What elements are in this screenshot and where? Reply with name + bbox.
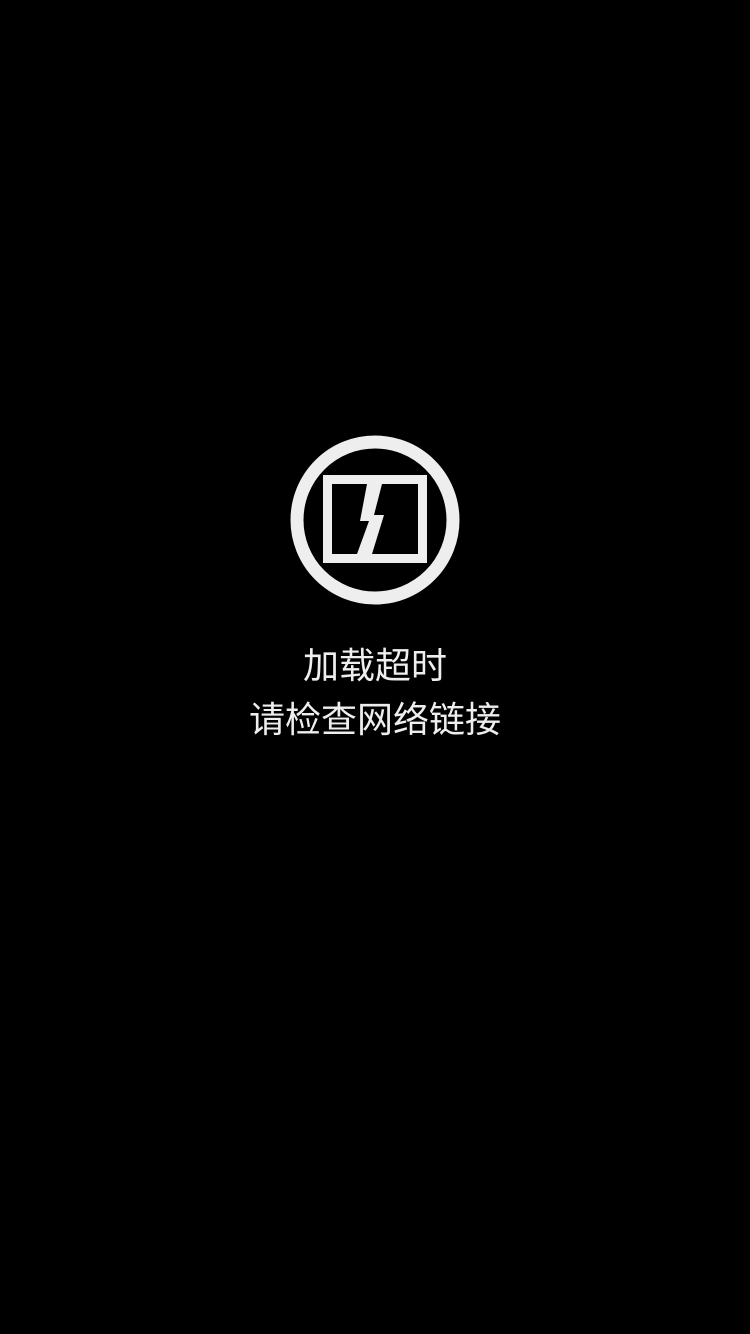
network-hint: 请检查网络链接 [248, 700, 501, 741]
timeout-screen: 加载超时 请检查网络链接 [0, 0, 750, 1334]
broken-screen-icon [290, 435, 460, 605]
timeout-message: 加载超时 请检查网络链接 [0, 640, 750, 748]
timeout-title: 加载超时 [302, 646, 447, 687]
